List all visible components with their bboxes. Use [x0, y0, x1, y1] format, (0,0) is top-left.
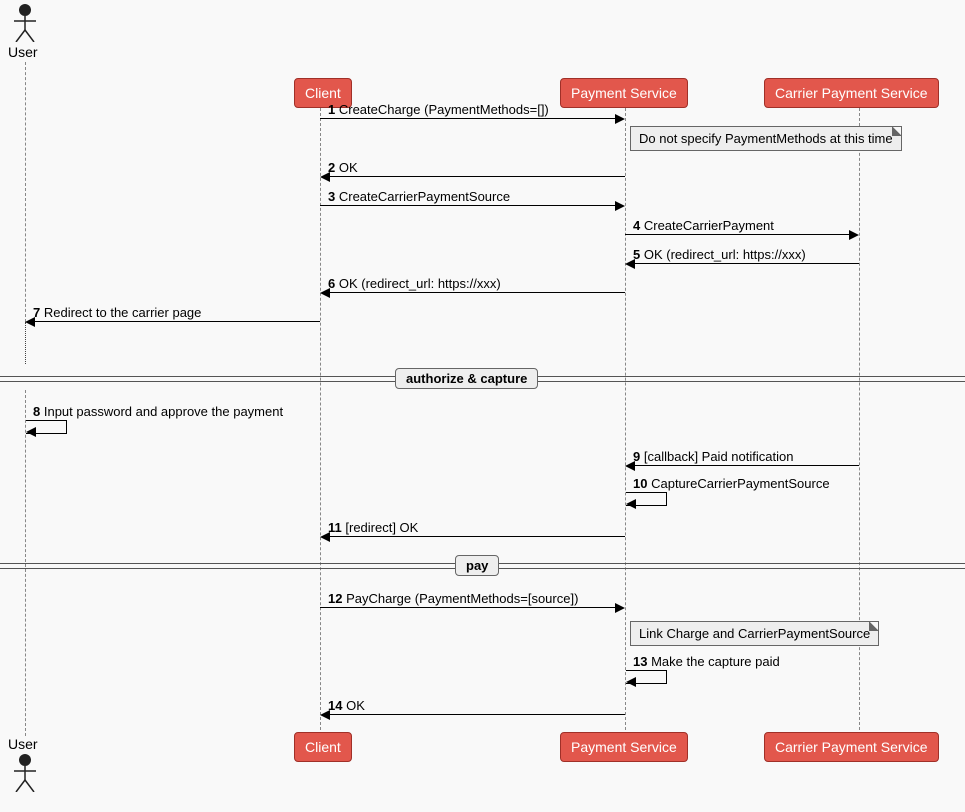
payment-service-box-top: Payment Service: [560, 78, 688, 108]
user-lifeline: [25, 62, 26, 322]
msg-13-label: 13 Make the capture paid: [633, 654, 780, 669]
msg-11: 11 [redirect] OK: [320, 536, 625, 552]
carrier-payment-service-box-bottom: Carrier Payment Service: [764, 732, 939, 762]
payment-service-box-bottom: Payment Service: [560, 732, 688, 762]
msg-3: 3 CreateCarrierPaymentSource: [320, 205, 625, 221]
msg-14: 14 OK: [320, 714, 625, 730]
msg-6: 6 OK (redirect_url: https://xxx): [320, 292, 625, 308]
user-actor-top-icon: [14, 4, 36, 42]
payment-service-lifeline: [625, 108, 626, 730]
divider-pay-label: pay: [455, 555, 499, 576]
msg-1: 1 CreateCharge (PaymentMethods=[]): [320, 118, 625, 134]
user-actor-bottom-icon: [14, 754, 36, 792]
client-lifeline: [320, 108, 321, 730]
msg-5: 5 OK (redirect_url: https://xxx): [625, 263, 859, 279]
divider-authorize-label: authorize & capture: [395, 368, 538, 389]
carrier-payment-service-box-top: Carrier Payment Service: [764, 78, 939, 108]
user-label-top: User: [8, 44, 38, 60]
note-link-charge: Link Charge and CarrierPaymentSource: [630, 621, 879, 646]
client-box-bottom: Client: [294, 732, 352, 762]
msg-12: 12 PayCharge (PaymentMethods=[source]): [320, 607, 625, 623]
msg-13-head: [626, 677, 636, 687]
msg-10-label: 10 CaptureCarrierPaymentSource: [633, 476, 830, 491]
user-label-bottom: User: [8, 736, 38, 752]
msg-7: 7 Redirect to the carrier page: [25, 321, 320, 337]
msg-8-label: 8 Input password and approve the payment: [33, 404, 283, 419]
msg-8-head: [26, 427, 36, 437]
note-payment-methods: Do not specify PaymentMethods at this ti…: [630, 126, 902, 151]
msg-10-head: [626, 499, 636, 509]
